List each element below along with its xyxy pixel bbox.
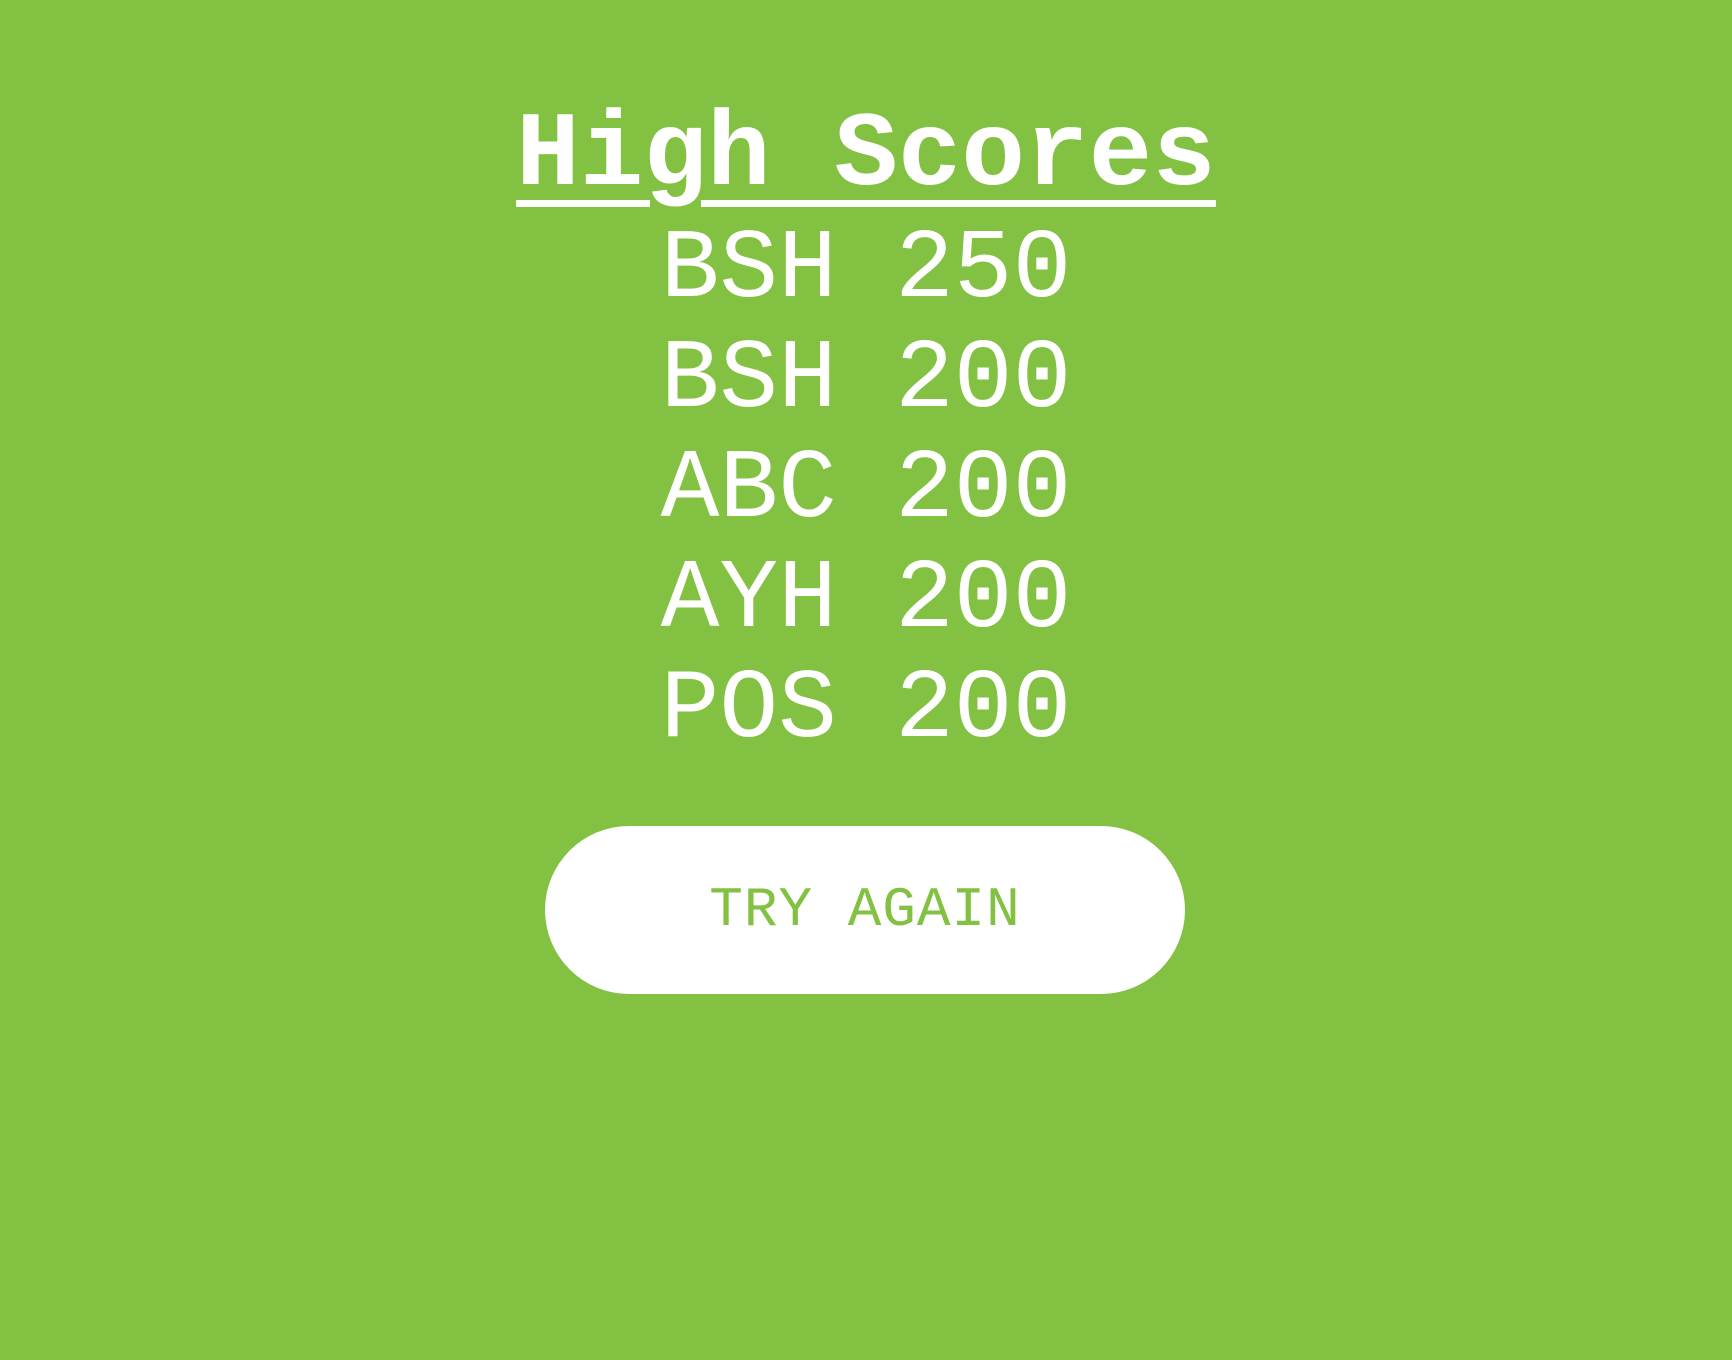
score-entry-4: AYH 200 (0, 546, 1732, 656)
try-again-button[interactable]: TRY AGAIN (545, 826, 1185, 994)
score-initials: ABC (660, 435, 837, 546)
high-scores-screen: High Scores BSH 250 BSH 200 ABC 200 AYH 200 … (0, 0, 1732, 1360)
high-scores-title: High Scores (516, 96, 1216, 216)
score-value: 200 (895, 545, 1072, 656)
high-scores-list: BSH 250 BSH 200 ABC 200 AYH 200 POS 200 (0, 216, 1732, 766)
score-entry-5: POS 200 (0, 656, 1732, 766)
score-initials: BSH (660, 215, 837, 326)
score-value: 200 (895, 325, 1072, 436)
score-value: 200 (895, 655, 1072, 766)
score-entry-2: BSH 200 (0, 326, 1732, 436)
score-initials: BSH (660, 325, 837, 436)
score-value: 250 (895, 215, 1072, 326)
score-initials: AYH (660, 545, 837, 656)
score-value: 200 (895, 435, 1072, 546)
score-initials: POS (660, 655, 837, 766)
score-entry-3: ABC 200 (0, 436, 1732, 546)
score-entry-1: BSH 250 (0, 216, 1732, 326)
